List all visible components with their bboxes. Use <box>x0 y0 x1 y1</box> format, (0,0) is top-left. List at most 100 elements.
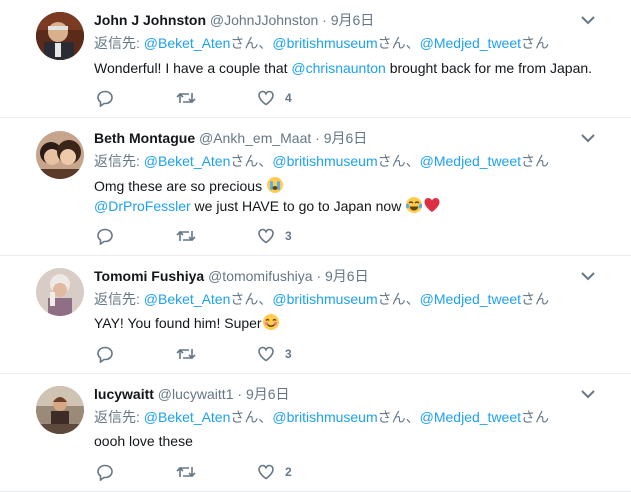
tweet-text: YAY! You found him! Super <box>94 313 280 333</box>
like-button[interactable]: 3 <box>257 344 292 364</box>
mention-suffix: さん、 <box>377 409 420 425</box>
reply-button[interactable] <box>96 226 114 246</box>
reply-button[interactable] <box>96 344 114 364</box>
reply-to-label: 返信先: <box>94 409 144 425</box>
heart-icon <box>258 346 274 362</box>
mention-suffix: さん、 <box>377 35 420 51</box>
separator-dot: · <box>315 130 320 146</box>
tweet-text-part: we just HAVE to go to Japan now <box>190 198 406 214</box>
like-button[interactable]: 3 <box>257 226 292 246</box>
user-handle[interactable]: @lucywaitt1 <box>158 386 234 402</box>
reply-to-line: 返信先: @Beket_Atenさん、@britishmuseumさん、@Med… <box>94 33 549 53</box>
mention-suffix: さん、 <box>377 291 420 307</box>
avatar[interactable] <box>36 131 84 179</box>
tweet-text: oooh love these <box>94 431 193 451</box>
like-button[interactable]: 4 <box>257 88 292 108</box>
tweet-text-part: oooh love these <box>94 433 193 449</box>
mention-link[interactable]: @britishmuseum <box>272 291 377 307</box>
tweet-date[interactable]: 9月6日 <box>324 130 368 146</box>
chevron-down-icon[interactable] <box>580 269 596 283</box>
mention-suffix: さん、 <box>230 35 273 51</box>
reply-to-line: 返信先: @Beket_Atenさん、@britishmuseumさん、@Med… <box>94 151 549 171</box>
mention-link[interactable]: @britishmuseum <box>272 35 377 51</box>
reply-to-line: 返信先: @Beket_Atenさん、@britishmuseumさん、@Med… <box>94 407 549 427</box>
mention-suffix: さん <box>521 291 550 307</box>
tweet-text-part: YAY! You found him! Super <box>94 315 262 331</box>
chevron-down-icon[interactable] <box>580 387 596 401</box>
mention-link[interactable]: @DrProFessler <box>94 198 191 214</box>
retweet-button[interactable] <box>176 462 196 482</box>
tweet-date[interactable]: 9月6日 <box>246 386 290 402</box>
mention-suffix: さん、 <box>230 291 273 307</box>
mention-link[interactable]: @chrisnaunton <box>291 60 385 76</box>
tweet[interactable]: John J Johnston @JohnJJohnston · 9月6日 返信… <box>0 0 631 118</box>
display-name[interactable]: John J Johnston <box>94 12 206 28</box>
chevron-down-icon[interactable] <box>580 131 596 145</box>
reply-icon <box>97 228 113 245</box>
crying-face-emoji-icon <box>266 177 283 193</box>
mention-link[interactable]: @Medjed_tweet <box>420 35 521 51</box>
mention-link[interactable]: @Beket_Aten <box>144 409 231 425</box>
tweet-date[interactable]: 9月6日 <box>331 12 375 28</box>
tweet-text-line-2: @DrProFessler we just HAVE to go to Japa… <box>94 196 441 216</box>
like-count: 3 <box>285 347 292 361</box>
retweet-button[interactable] <box>176 344 196 364</box>
mention-suffix: さん <box>521 35 550 51</box>
like-count: 2 <box>285 465 292 479</box>
reply-to-label: 返信先: <box>94 153 144 169</box>
mention-suffix: さん、 <box>377 153 420 169</box>
reply-to-label: 返信先: <box>94 291 144 307</box>
reply-icon <box>97 346 113 363</box>
separator-dot: · <box>316 268 322 284</box>
retweet-button[interactable] <box>176 88 196 108</box>
tears-of-joy-emoji-icon <box>406 197 423 213</box>
reply-to-line: 返信先: @Beket_Atenさん、@britishmuseumさん、@Med… <box>94 289 549 309</box>
mention-link[interactable]: @britishmuseum <box>272 409 377 425</box>
mention-link[interactable]: @britishmuseum <box>272 153 377 169</box>
reply-button[interactable] <box>96 88 114 108</box>
mention-link[interactable]: @Beket_Aten <box>144 35 231 51</box>
user-handle[interactable]: @tomomifushiya <box>208 268 312 284</box>
tweet[interactable]: lucywaitt @lucywaitt1 · 9月6日 返信先: @Beket… <box>0 374 631 492</box>
mention-suffix: さん、 <box>230 153 273 169</box>
heart-icon <box>258 464 274 480</box>
tweet-text: Omg these are so precious <box>94 176 284 196</box>
user-handle[interactable]: @Ankh_em_Maat <box>199 130 311 146</box>
mention-link[interactable]: @Medjed_tweet <box>420 153 521 169</box>
user-handle[interactable]: @JohnJJohnston <box>210 12 318 28</box>
avatar[interactable] <box>36 386 84 434</box>
like-count: 3 <box>285 229 292 243</box>
reply-button[interactable] <box>96 462 114 482</box>
tweet[interactable]: Tomomi Fushiya @tomomifushiya · 9月6日 返信先… <box>0 256 631 374</box>
reply-icon <box>97 464 113 481</box>
tweet-date[interactable]: 9月6日 <box>325 268 369 284</box>
mention-link[interactable]: @Medjed_tweet <box>420 291 521 307</box>
retweet-icon <box>176 348 196 360</box>
avatar[interactable] <box>36 12 84 60</box>
heart-icon <box>258 90 274 106</box>
avatar[interactable] <box>36 268 84 316</box>
display-name[interactable]: Beth Montague <box>94 130 195 146</box>
mention-suffix: さん <box>521 153 550 169</box>
mention-suffix: さん、 <box>230 409 273 425</box>
separator-dot: · <box>237 386 243 402</box>
display-name[interactable]: Tomomi Fushiya <box>94 268 204 284</box>
mention-link[interactable]: @Medjed_tweet <box>420 409 521 425</box>
tweet[interactable]: Beth Montague @Ankh_em_Maat · 9月6日 返信先: … <box>0 118 631 256</box>
like-count: 4 <box>285 91 292 105</box>
retweet-icon <box>176 230 196 242</box>
tweet-text: Wonderful! I have a couple that @chrisna… <box>94 58 592 78</box>
tweet-text-part: brought back for me from Japan. <box>385 60 593 76</box>
chevron-down-icon[interactable] <box>580 13 596 27</box>
display-name[interactable]: lucywaitt <box>94 386 154 402</box>
retweet-icon <box>176 92 196 104</box>
like-button[interactable]: 2 <box>257 462 292 482</box>
mention-suffix: さん <box>521 409 550 425</box>
mention-link[interactable]: @Beket_Aten <box>144 291 231 307</box>
red-heart-emoji-icon <box>424 198 440 212</box>
mention-link[interactable]: @Beket_Aten <box>144 153 231 169</box>
retweet-button[interactable] <box>176 226 196 246</box>
reply-icon <box>97 90 113 107</box>
smiling-face-emoji-icon <box>262 314 279 330</box>
reply-to-label: 返信先: <box>94 35 144 51</box>
